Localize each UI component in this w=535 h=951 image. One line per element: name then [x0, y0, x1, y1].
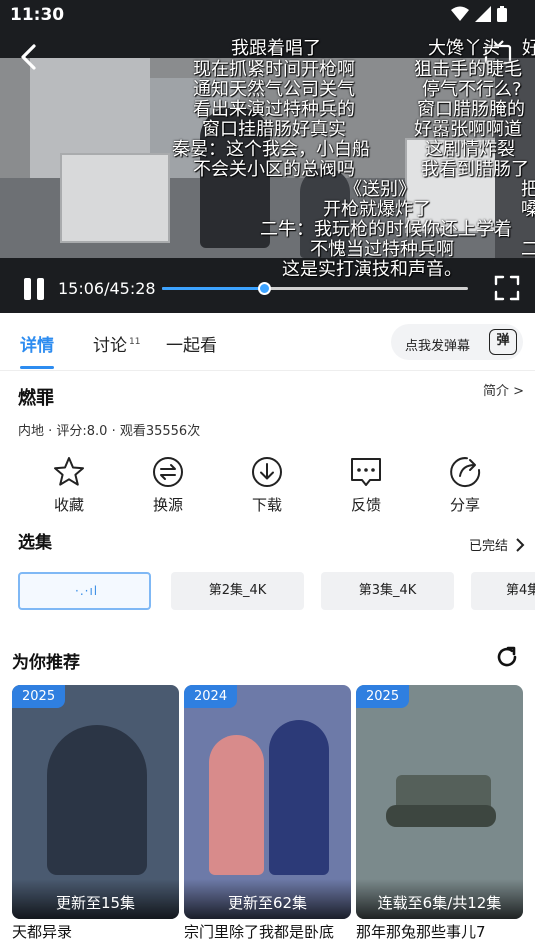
update-status: 更新至15集 [55, 894, 136, 912]
danmaku-comment: 不会关小区的总阀吗 [193, 159, 355, 180]
share-button[interactable]: 分享 [430, 455, 500, 515]
share-label: 分享 [449, 496, 480, 514]
progress-bar[interactable] [162, 282, 468, 295]
year-badge: 2025 [12, 685, 66, 708]
danmaku-comment: 通知天然气公司关气 [193, 79, 355, 100]
progress-fill [162, 287, 264, 290]
recommend-name: 那年那兔那些事儿7 [356, 923, 486, 941]
back-arrow-icon[interactable] [14, 40, 44, 74]
episode-list: ·.·ıl 第2集_4K 第3集_4K 第4集 [0, 572, 535, 612]
danmaku-comment: 不愧当过特种兵啊 [310, 239, 454, 260]
year-badge: 2025 [356, 685, 410, 708]
download-button[interactable]: 下载 [232, 455, 302, 515]
danmaku-comment: 好嚣张啊啊道 [414, 119, 522, 140]
chevron-right-icon [516, 538, 525, 552]
danmaku-comment: 开枪就爆炸了 [323, 199, 431, 220]
danmaku-comment: 狙击手的睫毛 [414, 59, 522, 80]
danmaku-comment: 窗口腊肠腌的 [417, 99, 525, 120]
tab-discuss[interactable]: 讨论 11 [93, 331, 140, 356]
progress-handle[interactable] [257, 282, 271, 295]
danmaku-comment: 这剧情炸裂 [425, 139, 515, 160]
episode-item[interactable]: 第3集_4K [321, 572, 454, 610]
danmaku-comment: 嗓 [521, 199, 535, 220]
episodes-status-link[interactable]: 已完结 [469, 535, 525, 554]
star-icon [54, 457, 84, 486]
recommend-card[interactable]: 2025 更新至15集 天都异录 [12, 685, 179, 942]
feedback-button[interactable]: 反馈 [331, 455, 401, 515]
update-status: 连载至6集/共12集 [377, 894, 502, 912]
danmaku-comment: 停气不行么? [422, 79, 522, 100]
episode-item[interactable]: 第4集 [471, 572, 535, 610]
danmaku-comment: 大馋丫头 [428, 38, 500, 59]
play-time: 15:06/45:28 [58, 279, 156, 298]
danmaku-comment: 二牛：我玩枪的时候你还上学着 [260, 219, 512, 240]
battery-icon [497, 6, 507, 22]
danmaku-comment: 《送别》 [344, 179, 416, 200]
recommend-card[interactable]: 2024 更新至62集 宗门里除了我都是卧底 [184, 685, 351, 942]
share-icon [450, 457, 481, 488]
feedback-label: 反馈 [350, 496, 381, 514]
switch-source-label: 换源 [152, 496, 183, 514]
poster-image: 2024 更新至62集 [184, 685, 351, 919]
fullscreen-icon[interactable] [494, 275, 520, 301]
danmaku-comment: 好 [522, 38, 535, 59]
feedback-icon [351, 458, 381, 486]
video-meta: 内地 · 评分:8.0 · 观看35556次 [18, 424, 201, 439]
recommend-list: 2025 更新至15集 天都异录 2024 更新至62集 宗门里除了我都是卧底 … [0, 685, 535, 951]
send-danmaku-label: 点我发弹幕 [405, 339, 471, 354]
tab-details[interactable]: 详情 [20, 331, 54, 356]
active-tab-indicator [20, 366, 54, 369]
intro-link[interactable]: 简介 > [483, 380, 524, 399]
danmaku-icon: 弹 [489, 329, 517, 355]
signal-icon [475, 6, 491, 22]
danmaku-comment: 秦晏：这个我会，小白船 [172, 139, 370, 160]
danmaku-comment: 把 [521, 179, 535, 200]
player-controls: 15:06/45:28 [0, 270, 535, 310]
action-bar: 收藏 换源 下载 反馈 分享 [0, 455, 535, 515]
danmaku-comment: 二 [521, 239, 535, 260]
switch-source-icon [153, 457, 183, 487]
episodes-title: 选集 [18, 533, 52, 553]
pause-icon[interactable] [24, 278, 46, 300]
poster-image: 2025 更新至15集 [12, 685, 179, 919]
episode-current[interactable]: ·.·ıl [18, 572, 151, 610]
year-badge: 2024 [184, 685, 238, 708]
download-label: 下载 [251, 496, 282, 514]
download-icon [252, 457, 282, 487]
recommend-card[interactable]: 2025 连载至6集/共12集 那年那兔那些事儿7 [356, 685, 523, 942]
danmaku-comment: 看出来演过特种兵的 [193, 99, 355, 120]
refresh-icon[interactable] [495, 645, 519, 669]
wifi-icon [451, 6, 469, 21]
status-time: 11:30 [10, 5, 65, 25]
send-danmaku-button[interactable]: 点我发弹幕 弹 [391, 324, 523, 360]
recommend-title: 为你推荐 [12, 653, 80, 673]
favorite-label: 收藏 [53, 496, 84, 514]
poster-image: 2025 连载至6集/共12集 [356, 685, 523, 919]
discuss-count: 11 [129, 337, 141, 347]
detail-tabs: 详情 讨论 11 一起看 点我发弹幕 弹 [0, 313, 535, 371]
switch-source-button[interactable]: 换源 [133, 455, 203, 515]
video-player[interactable]: 11:30 我跟着唱了 大馋丫头 好 现在抓紧时间开枪啊 狙击手的睫毛 通知天然… [0, 0, 535, 313]
recommend-name: 宗门里除了我都是卧底 [184, 923, 335, 941]
danmaku-comment: 我看到腊肠了 [421, 159, 529, 180]
update-status: 更新至62集 [227, 894, 308, 912]
status-bar: 11:30 [0, 0, 535, 30]
favorite-button[interactable]: 收藏 [34, 455, 104, 515]
video-title: 燃罪 [18, 388, 54, 409]
danmaku-comment: 我跟着唱了 [231, 38, 321, 59]
danmaku-comment: 窗口挂腊肠好真实 [202, 119, 346, 140]
recommend-name: 天都异录 [12, 923, 73, 941]
danmaku-comment: 现在抓紧时间开枪啊 [193, 59, 355, 80]
playing-indicator-icon: ·.·ıl [75, 584, 99, 598]
tab-watch-together[interactable]: 一起看 [166, 331, 217, 356]
episode-item[interactable]: 第2集_4K [171, 572, 304, 610]
